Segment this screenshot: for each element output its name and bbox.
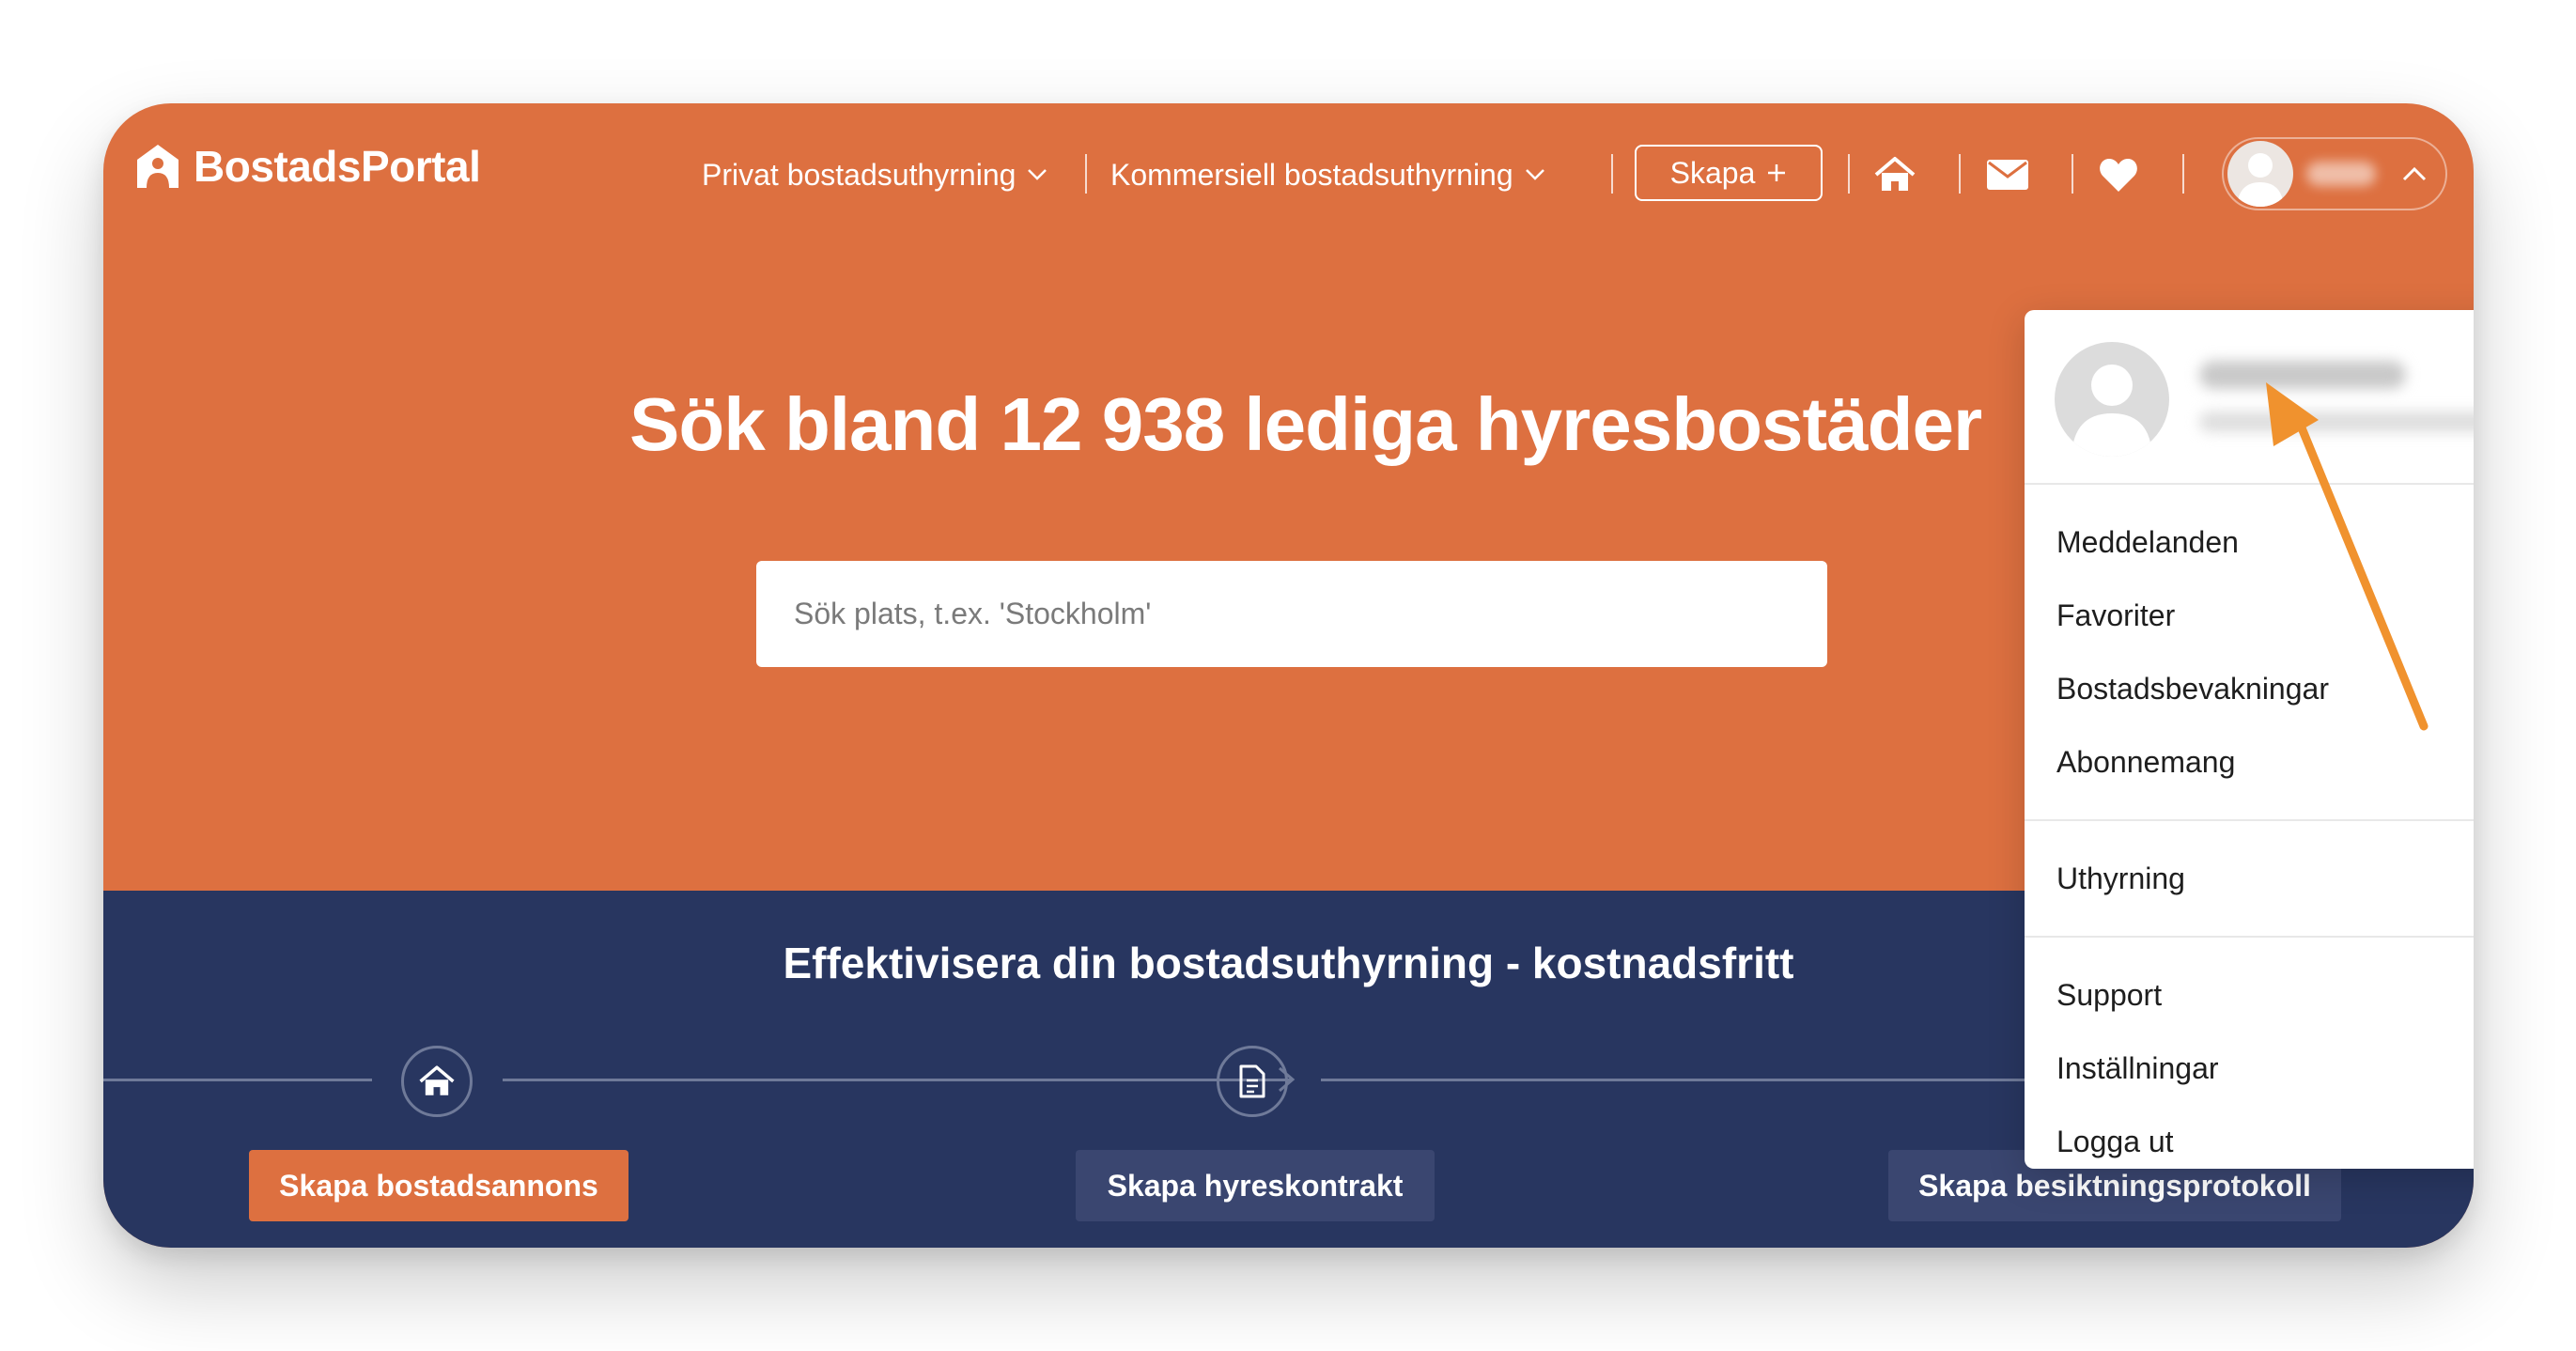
menu-item-label: Meddelanden [2056,524,2239,559]
document-icon [1239,1064,1265,1098]
nav-private-rental[interactable]: Privat bostadsuthyrning [702,135,1047,214]
mail-icon [1987,160,2028,190]
menu-item-alerts[interactable]: Bostadsbevakningar [2025,652,2474,725]
nav-private-label: Privat bostadsuthyrning [702,157,1016,192]
menu-item-rental[interactable]: Uthyrning [2025,842,2474,915]
step-connector [103,1079,372,1081]
nav-divider [1848,154,1850,194]
location-search-input[interactable] [756,561,1827,667]
menu-item-label: Uthyrning [2056,861,2185,895]
nav-divider [2182,154,2184,194]
menu-item-label: Inställningar [2056,1050,2219,1085]
menu-item-label: Logga ut [2056,1124,2174,1158]
create-label: Skapa [1669,155,1756,190]
menu-item-label: Support [2056,977,2163,1012]
home-icon [419,1065,455,1095]
menu-item-label: Bostadsbevakningar [2056,671,2329,706]
menu-group-account: Meddelanden Favoriter Bostadsbevakningar… [2025,485,2474,821]
profile-avatar [2055,342,2169,457]
step-circle [401,1046,473,1117]
menu-item-settings[interactable]: Inställningar [2025,1032,2474,1105]
create-button[interactable]: Skapa [1635,145,1823,201]
browser-window: BostadsPortal Privat bostadsuthyrning Ko… [103,103,2474,1248]
chevron-down-icon [1525,169,1544,180]
nav-commercial-label: Kommersiell bostadsuthyrning [1110,157,1513,192]
chevron-up-icon [2402,166,2427,181]
user-avatar [2227,141,2293,207]
profile-email-redacted [2199,412,2474,432]
nav-divider [1959,154,1961,194]
home-button[interactable] [1867,135,1923,214]
nav-divider [1085,154,1087,194]
menu-item-messages[interactable]: Meddelanden [2025,505,2474,579]
menu-item-label: Favoriter [2056,598,2176,632]
top-nav: Privat bostadsuthyrning Kommersiell bost… [103,135,2474,214]
menu-item-support[interactable]: Support [2025,958,2474,1032]
nav-divider [2072,154,2073,194]
messages-button[interactable] [1979,135,2036,214]
home-icon [1874,157,1916,191]
favorites-button[interactable] [2090,135,2147,214]
menu-item-label: Abonnemang [2056,744,2236,779]
chevron-down-icon [1028,169,1047,180]
menu-item-favorites[interactable]: Favoriter [2025,579,2474,652]
hero-title: Sök bland 12 938 lediga hyresbostäder [629,382,1982,466]
step-connector [1321,1079,2054,1081]
menu-group-other: Support Inställningar Logga ut [2025,938,2474,1199]
step-circle [1217,1046,1288,1117]
user-name-redacted [2306,162,2376,186]
user-menu-toggle[interactable] [2222,137,2447,210]
user-profile-header [2025,310,2474,485]
menu-item-logout[interactable]: Logga ut [2025,1105,2474,1178]
profile-name-redacted [2199,361,2406,389]
step-connector [503,1079,1292,1081]
plus-icon [1768,164,1786,181]
create-listing-button[interactable]: Skapa bostadsannons [249,1150,628,1221]
menu-group-rental: Uthyrning [2025,821,2474,938]
user-dropdown-menu: Meddelanden Favoriter Bostadsbevakningar… [2025,310,2474,1169]
nav-commercial-rental[interactable]: Kommersiell bostadsuthyrning [1110,135,1545,214]
menu-item-subscription[interactable]: Abonnemang [2025,725,2474,799]
nav-divider [1611,154,1613,194]
create-lease-button[interactable]: Skapa hyreskontrakt [1076,1150,1435,1221]
heart-icon [2100,159,2137,192]
